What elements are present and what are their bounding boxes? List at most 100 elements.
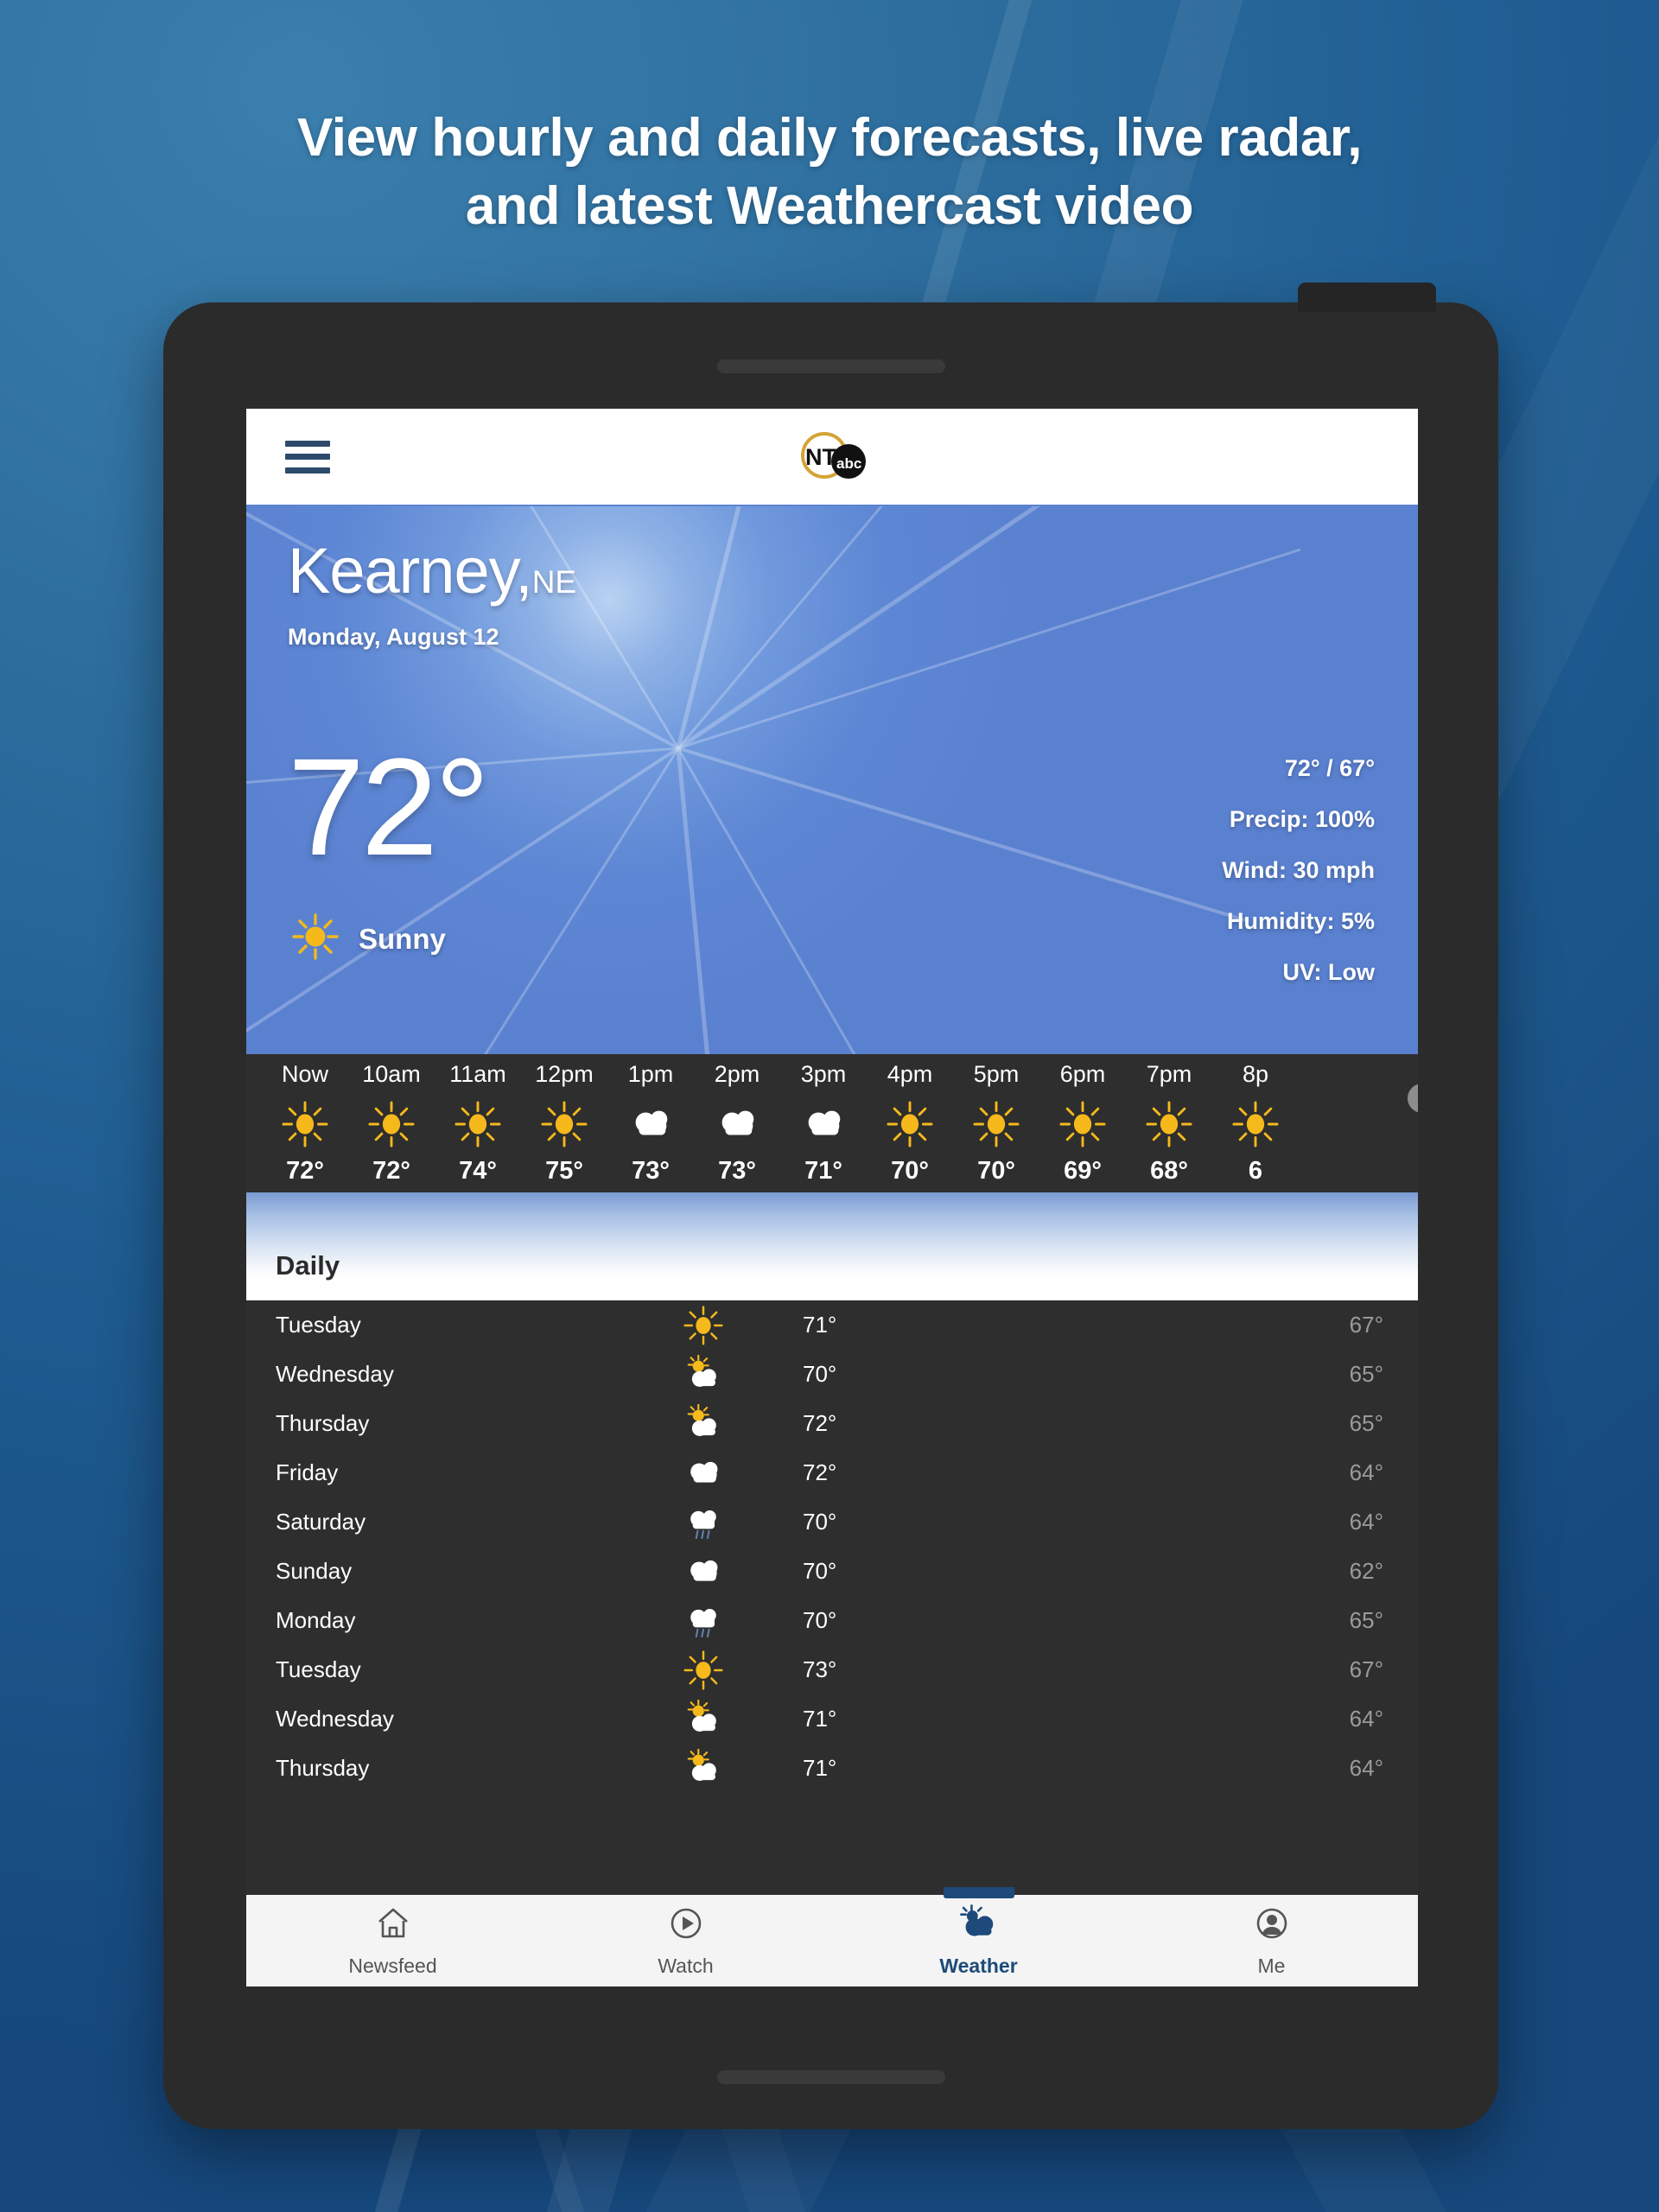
city-name: Kearney,	[288, 535, 533, 607]
table-row[interactable]: Thursday 71° 64°	[246, 1744, 1418, 1793]
bottom-nav-item-weather[interactable]: Weather	[832, 1887, 1125, 1986]
daily-section-title: Daily	[276, 1250, 340, 1281]
speaker-grille-top	[716, 359, 945, 373]
hourly-temperature: 73°	[718, 1157, 756, 1185]
daily-day-name: Thursday	[276, 1755, 370, 1781]
app-screen: NTV abc Kearney,NE Monday, August 12 72°…	[246, 409, 1418, 1986]
promo-headline-line2: and latest Weathercast video	[465, 176, 1194, 237]
hourly-time-label: 3pm	[800, 1061, 847, 1087]
daily-low-temp: 64°	[1349, 1755, 1383, 1781]
hourly-forecast-item[interactable]: 6pm 69°	[1039, 1063, 1126, 1184]
bottom-nav-item-me[interactable]: Me	[1125, 1895, 1418, 1986]
account-icon	[1253, 1904, 1291, 1947]
cloud-icon	[607, 1098, 694, 1150]
condition-label: Sunny	[359, 922, 446, 955]
hourly-forecast-item[interactable]: Now 72°	[262, 1063, 348, 1184]
home-icon	[374, 1904, 412, 1947]
scroll-handle[interactable]	[1408, 1084, 1418, 1113]
hourly-forecast-item[interactable]: 7pm 68°	[1126, 1063, 1212, 1184]
bottom-nav-label: Newsfeed	[348, 1954, 437, 1977]
hourly-forecast-item[interactable]: 8p 6	[1212, 1063, 1299, 1184]
hourly-temperature: 6	[1248, 1157, 1263, 1185]
daily-day-name: Friday	[276, 1459, 339, 1485]
hourly-temperature: 73°	[632, 1157, 670, 1185]
hourly-forecast-item[interactable]: 5pm 70°	[953, 1063, 1039, 1184]
conditions-metrics-list: 72° / 67° Precip: 100% Wind: 30 mph Humi…	[1222, 757, 1375, 984]
sun-icon	[521, 1098, 607, 1150]
daily-high-temp: 71°	[803, 1755, 837, 1781]
sun-icon	[639, 1304, 768, 1347]
daily-section-header: Daily	[246, 1192, 1418, 1300]
speaker-grille-bottom	[716, 2070, 945, 2084]
table-row[interactable]: Monday 70° 65°	[246, 1596, 1418, 1645]
partly-sunny-icon	[639, 1353, 768, 1396]
table-row[interactable]: Tuesday 71° 67°	[246, 1300, 1418, 1350]
cloud-icon	[639, 1550, 768, 1593]
cloud-icon	[780, 1098, 867, 1150]
hourly-temperature: 70°	[891, 1157, 929, 1185]
metric-wind: Wind: 30 mph	[1222, 857, 1375, 883]
daily-day-name: Tuesday	[276, 1312, 361, 1338]
daily-low-temp: 65°	[1349, 1607, 1383, 1633]
hourly-temperature: 70°	[977, 1157, 1015, 1185]
table-row[interactable]: Wednesday 70° 65°	[246, 1350, 1418, 1399]
sun-icon	[953, 1098, 1039, 1150]
metric-precip: Precip: 100%	[1229, 806, 1375, 832]
sun-icon	[262, 1098, 348, 1150]
hourly-forecast-strip[interactable]: Now 72° 10am 72° 11am 74° 12pm 75° 1pm 73° 2p…	[246, 1054, 1418, 1192]
ntv-abc-logo[interactable]: NTV abc	[779, 427, 885, 487]
daily-high-temp: 72°	[803, 1459, 837, 1485]
hourly-forecast-item[interactable]: 2pm 73°	[694, 1063, 780, 1184]
sun-icon	[291, 912, 340, 965]
daily-day-name: Tuesday	[276, 1656, 361, 1682]
sun-icon	[1039, 1098, 1126, 1150]
cloud-icon	[639, 1452, 768, 1495]
hourly-temperature: 75°	[545, 1157, 583, 1185]
daily-low-temp: 62°	[1349, 1558, 1383, 1584]
daily-day-name: Wednesday	[276, 1706, 394, 1732]
daily-low-temp: 64°	[1349, 1459, 1383, 1485]
hourly-forecast-item[interactable]: 1pm 73°	[607, 1063, 694, 1184]
daily-high-temp: 71°	[803, 1312, 837, 1338]
table-row[interactable]: Friday 72° 64°	[246, 1448, 1418, 1497]
daily-low-temp: 67°	[1349, 1312, 1383, 1338]
daily-day-name: Wednesday	[276, 1361, 394, 1387]
daily-low-temp: 65°	[1349, 1410, 1383, 1436]
hourly-temperature: 72°	[372, 1157, 410, 1185]
hourly-temperature: 69°	[1064, 1157, 1102, 1185]
hourly-forecast-item[interactable]: 4pm 70°	[867, 1063, 953, 1184]
sun-icon	[867, 1098, 953, 1150]
table-row[interactable]: Wednesday 71° 64°	[246, 1694, 1418, 1744]
daily-low-temp: 67°	[1349, 1656, 1383, 1682]
metric-humidity: Humidity: 5%	[1226, 908, 1375, 934]
table-row[interactable]: Sunday 70° 62°	[246, 1547, 1418, 1596]
hourly-time-label: 7pm	[1146, 1061, 1192, 1087]
current-date: Monday, August 12	[288, 624, 499, 650]
table-row[interactable]: Tuesday 73° 67°	[246, 1645, 1418, 1694]
camera-bump	[1298, 283, 1436, 312]
bottom-nav-item-newsfeed[interactable]: Newsfeed	[246, 1895, 539, 1986]
state-abbrev: NE	[531, 564, 577, 600]
bottom-navigation-bar: Newsfeed Watch Weather Me	[246, 1887, 1418, 1986]
hourly-time-label: 11am	[449, 1061, 506, 1087]
daily-high-temp: 70°	[803, 1509, 837, 1535]
hourly-temperature: 74°	[459, 1157, 497, 1185]
sun-icon	[435, 1098, 521, 1150]
table-row[interactable]: Thursday 72° 65°	[246, 1399, 1418, 1448]
table-row[interactable]: Saturday 70° 64°	[246, 1497, 1418, 1547]
sun-icon	[1126, 1098, 1212, 1150]
hourly-forecast-item[interactable]: 10am 72°	[348, 1063, 435, 1184]
rain-icon	[639, 1599, 768, 1643]
daily-forecast-list[interactable]: Tuesday 71° 67° Wednesday 70° 65° Thursday 7…	[246, 1300, 1418, 1895]
bottom-nav-item-watch[interactable]: Watch	[539, 1895, 832, 1986]
hourly-forecast-item[interactable]: 12pm 75°	[521, 1063, 607, 1184]
daily-high-temp: 70°	[803, 1361, 837, 1387]
hourly-forecast-item[interactable]: 3pm 71°	[780, 1063, 867, 1184]
sun-icon	[348, 1098, 435, 1150]
hourly-time-label: 6pm	[1059, 1061, 1106, 1087]
hamburger-menu-icon[interactable]	[285, 440, 330, 474]
hourly-time-label: 1pm	[627, 1061, 674, 1087]
hourly-forecast-item[interactable]: 11am 74°	[435, 1063, 521, 1184]
metric-uv: UV: Low	[1282, 959, 1376, 985]
hourly-time-label: 10am	[362, 1061, 421, 1087]
